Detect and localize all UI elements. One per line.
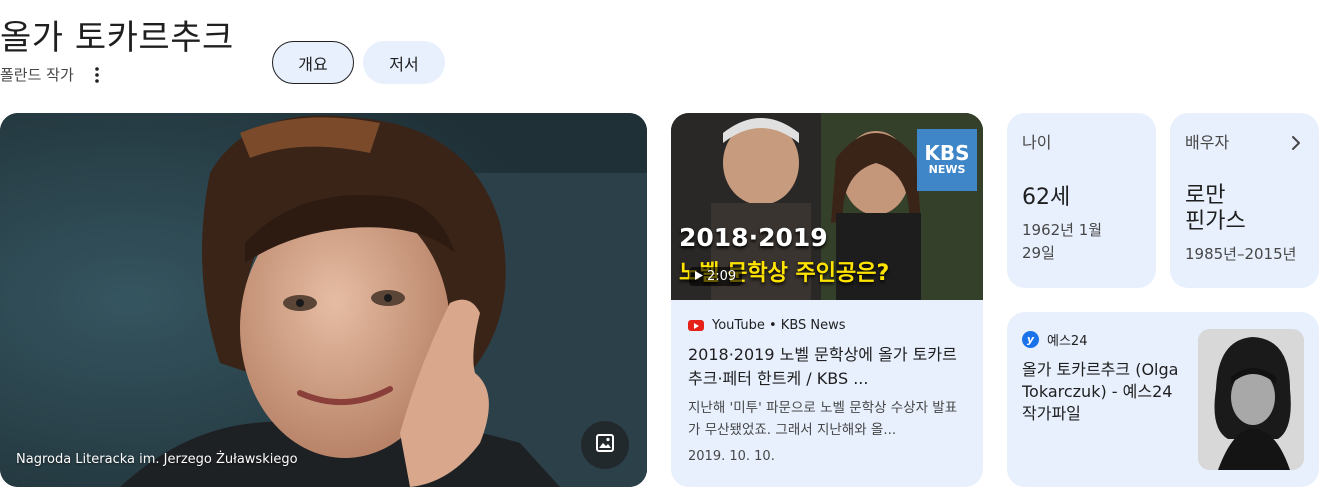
yes24-source: 예스24 (1047, 334, 1088, 349)
birth-date-line1: 1962년 1월 (1022, 221, 1103, 239)
knowledge-panel: 올가 토카르추크 폴란드 작가 개요 저서 Nagroda Literacka … (0, 0, 1322, 504)
tab-overview[interactable]: 개요 (272, 41, 354, 84)
yes24-logo-icon: y (1022, 331, 1039, 348)
image-search-button[interactable] (581, 421, 629, 469)
video-thumbnail[interactable]: KBS NEWS 2018·2019 노벨 문학상 주인공은? 2:09 (671, 113, 983, 300)
video-meta: YouTube • KBS News 2018·2019 노벨 문학상에 올가 … (671, 300, 983, 464)
entity-title: 올가 토카르추크 (0, 18, 234, 58)
thumbnail-year-text: 2018·2019 (679, 223, 828, 252)
play-icon (695, 269, 703, 284)
kbs-logo-line2: NEWS (928, 163, 966, 176)
video-date: 2019. 10. 10. (688, 449, 775, 464)
spouse-card[interactable]: 배우자 로만 핀가스 1985년–2015년 (1170, 113, 1319, 288)
image-icon (595, 433, 615, 457)
entity-subtitle: 폴란드 작가 (0, 66, 74, 84)
yes24-title[interactable]: 올가 토카르추크 (Olga Tokarczuk) - 예스24 작가파일 (1022, 359, 1187, 425)
spouse-name-line2: 핀가스 (1185, 209, 1246, 234)
age-label: 나이 (1022, 133, 1052, 152)
video-card[interactable]: KBS NEWS 2018·2019 노벨 문학상 주인공은? 2:09 You… (671, 113, 983, 487)
author-photo-bw (1198, 329, 1304, 470)
duration-badge: 2:09 (689, 267, 743, 286)
duration-text: 2:09 (707, 269, 737, 284)
age-card: 나이 62세 1962년 1월 29일 (1007, 113, 1156, 288)
marriage-years: 1985년–2015년 (1185, 245, 1297, 263)
photo-caption: Nagroda Literacka im. Jerzego Żuławskieg… (16, 452, 298, 467)
youtube-icon (688, 320, 704, 331)
spouse-name-line1: 로만 (1185, 183, 1226, 208)
more-vert-icon[interactable] (90, 65, 104, 85)
portrait-photo (0, 113, 647, 487)
video-source-row: YouTube • KBS News (688, 318, 966, 333)
tab-works[interactable]: 저서 (363, 41, 445, 84)
kbs-news-logo: KBS NEWS (917, 129, 977, 191)
video-description: 지난해 '미투' 파문으로 노벨 문학상 수상자 발표가 무산됐었죠. 그래서 … (688, 400, 958, 438)
yes24-thumbnail[interactable] (1198, 329, 1304, 470)
kbs-logo-line1: KBS (924, 141, 970, 165)
age-value: 62세 (1022, 185, 1071, 210)
entity-subtitle-row: 폴란드 작가 (0, 64, 104, 85)
main-photo-card[interactable]: Nagroda Literacka im. Jerzego Żuławskieg… (0, 113, 647, 487)
yes24-card[interactable]: y 예스24 올가 토카르추크 (Olga Tokarczuk) - 예스24 … (1007, 312, 1319, 487)
chevron-right-icon[interactable] (1291, 135, 1301, 155)
spouse-label: 배우자 (1185, 133, 1230, 152)
birth-date-line2: 29일 (1022, 244, 1055, 262)
video-title[interactable]: 2018·2019 노벨 문학상에 올가 토카르추크·페터 한트케 / KBS … (688, 343, 966, 391)
video-source: YouTube • KBS News (712, 318, 846, 333)
